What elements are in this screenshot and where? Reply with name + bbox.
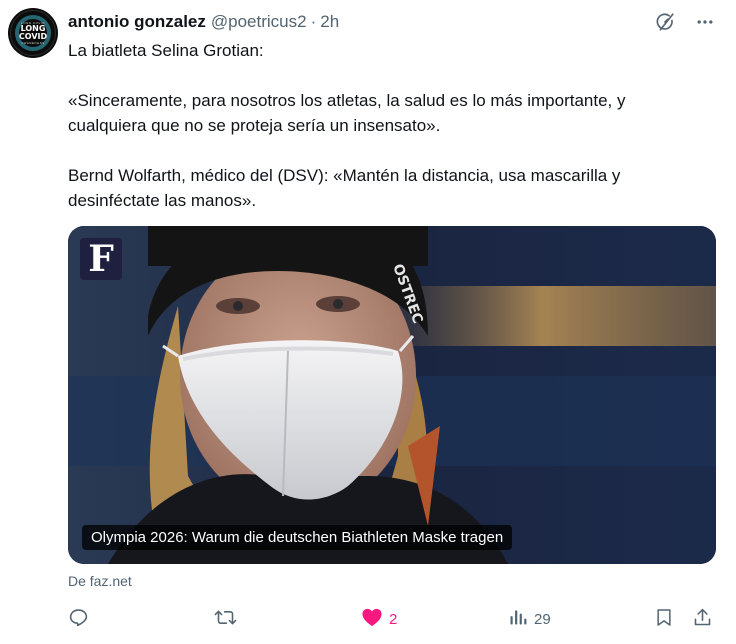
long-covid-badge: LONG COVID LONG COVID AWARENESS: [10, 10, 56, 56]
faz-logo-letter: F: [88, 238, 114, 280]
post-text: La biatleta Selina Grotian: «Sincerament…: [68, 38, 708, 213]
views-button[interactable]: 29: [508, 605, 551, 633]
views-icon: [508, 607, 528, 631]
repost-button[interactable]: [214, 605, 243, 633]
heart-icon: [361, 607, 383, 631]
share-icon: [692, 607, 713, 632]
reply-button[interactable]: [68, 605, 95, 633]
bookmark-icon: [654, 607, 674, 632]
separator: ·: [310, 12, 317, 31]
post-text-line: Bernd Wolfarth, médico del (DSV): «Manté…: [68, 166, 621, 210]
post-text-line: La biatleta Selina Grotian:: [68, 41, 264, 60]
grok-icon[interactable]: [652, 9, 678, 35]
avatar[interactable]: LONG COVID LONG COVID AWARENESS: [8, 8, 58, 58]
repost-icon: [214, 607, 237, 632]
link-source[interactable]: De faz.net: [68, 573, 132, 589]
bookmark-button[interactable]: [654, 605, 674, 633]
author-name[interactable]: antonio gonzalez: [68, 12, 206, 32]
more-icon[interactable]: [692, 9, 718, 35]
like-count: 2: [389, 610, 398, 628]
reply-icon: [68, 607, 89, 632]
article-image: OSTREC: [68, 226, 716, 564]
avatar-line2: COVID: [18, 32, 48, 41]
post-text-line: «Sinceramente, para nosotros los atletas…: [68, 91, 626, 135]
link-card-title: Olympia 2026: Warum die deutschen Biathl…: [82, 525, 513, 550]
faz-logo: F: [80, 238, 122, 280]
link-card[interactable]: OSTREC F Olympia 2026: Warum die deutsch…: [68, 226, 716, 564]
avatar-bottom-text: AWARENESS: [21, 41, 45, 45]
like-button[interactable]: 2: [361, 605, 397, 633]
post-top-actions: [652, 9, 718, 35]
action-bar: 2 29: [68, 605, 720, 633]
share-button[interactable]: [692, 605, 713, 633]
post-header: antonio gonzalez @poetricus2 · 2h: [68, 11, 339, 33]
post-time[interactable]: 2h: [320, 12, 339, 32]
views-count: 29: [534, 610, 551, 628]
author-handle[interactable]: @poetricus2: [211, 12, 307, 32]
